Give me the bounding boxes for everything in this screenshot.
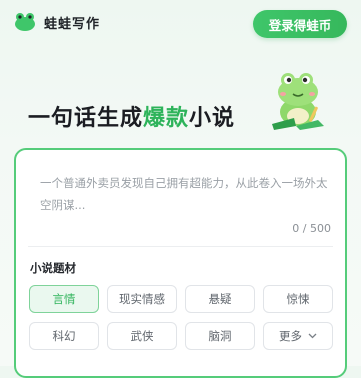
character-counter: 0 / 500	[292, 222, 331, 235]
genre-option-suspense[interactable]: 悬疑	[185, 285, 255, 313]
headline-suffix: 小说	[189, 106, 236, 131]
headline-prefix: 一句话生成	[28, 106, 144, 131]
more-label: 更多	[279, 329, 302, 343]
frog-mascot-icon	[272, 73, 324, 130]
genre-option-brainstorm[interactable]: 脑洞	[185, 322, 255, 350]
page-title: 一句话生成爆款小说	[28, 100, 235, 132]
story-input-card: 一个普通外卖员发现自己拥有超能力，从此卷入一场外太空阴谋... 0 / 500 …	[14, 148, 347, 378]
frog-logo-icon	[15, 13, 35, 31]
brand-logo[interactable]: 蛙蛙写作	[14, 12, 100, 32]
genre-option-romance[interactable]: 言情	[29, 285, 99, 313]
chevron-down-icon	[308, 333, 317, 339]
brand-name: 蛙蛙写作	[44, 16, 101, 32]
genre-option-scifi[interactable]: 科幻	[29, 322, 99, 350]
login-button[interactable]: 登录得蛙币	[253, 10, 347, 38]
divider	[28, 246, 333, 247]
genre-option-realistic-emotion[interactable]: 现实情感	[107, 285, 177, 313]
genre-section-title: 小说题材	[30, 261, 76, 275]
headline-highlight: 爆款	[143, 106, 190, 131]
genre-option-wuxia[interactable]: 武侠	[107, 322, 177, 350]
genre-option-thriller[interactable]: 惊悚	[263, 285, 333, 313]
genre-more-dropdown[interactable]: 更多	[263, 322, 333, 350]
story-prompt-textarea[interactable]: 一个普通外卖员发现自己拥有超能力，从此卷入一场外太空阴谋...	[40, 172, 328, 216]
